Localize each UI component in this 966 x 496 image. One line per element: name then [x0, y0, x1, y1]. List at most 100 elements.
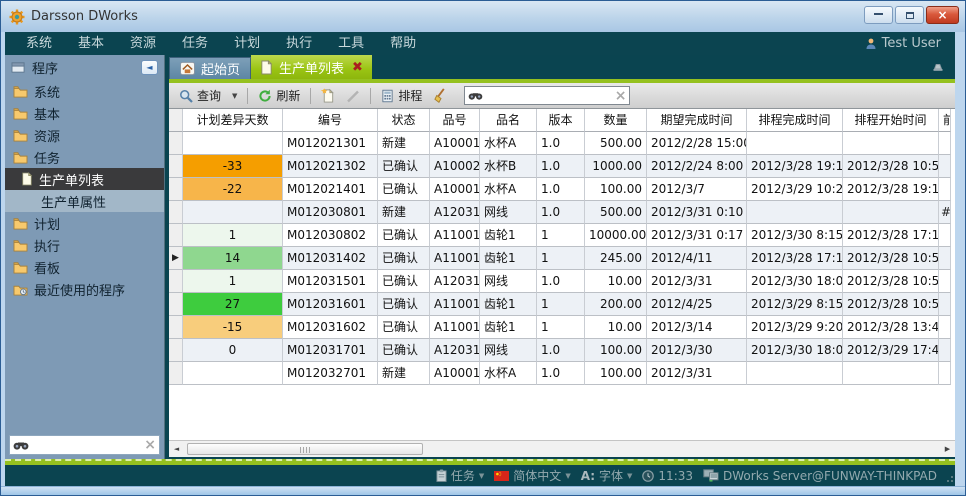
cell-ver[interactable]: 1	[537, 224, 585, 247]
menu-item-2[interactable]: 资源	[117, 32, 169, 55]
cell-end[interactable]	[747, 362, 843, 385]
edit-button[interactable]	[342, 87, 364, 105]
cell-pn[interactable]: A11001	[430, 316, 480, 339]
cell-no[interactable]: M012021301	[283, 132, 378, 155]
cell-start[interactable]: 2012/3/29 17:46	[843, 339, 939, 362]
cell-name[interactable]: 水杯A	[480, 132, 537, 155]
cell-name[interactable]: 网线	[480, 339, 537, 362]
cell-pn[interactable]: A11001	[430, 247, 480, 270]
cell-no[interactable]: M012021401	[283, 178, 378, 201]
user-area[interactable]: Test User	[865, 36, 947, 51]
tab-home[interactable]: 起始页	[169, 57, 251, 79]
cell-qty[interactable]: 100.00	[585, 178, 647, 201]
cell-qty[interactable]: 100.00	[585, 362, 647, 385]
menu-item-7[interactable]: 帮助	[377, 32, 429, 55]
cell-qty[interactable]: 10.00	[585, 316, 647, 339]
cell-qty[interactable]: 10000.00	[585, 224, 647, 247]
table-row-10[interactable]: M012032701新建A10001水杯A1.0100.002012/3/31	[169, 362, 955, 385]
cell-due[interactable]: 2012/3/30	[647, 339, 747, 362]
cell-diff[interactable]: 1	[183, 224, 283, 247]
status-language-button[interactable]: 简体中文 ▼	[494, 467, 570, 484]
cell-start[interactable]: 2012/3/28 10:52	[843, 270, 939, 293]
cell-start[interactable]: 2012/3/28 10:52	[843, 293, 939, 316]
column-header-2[interactable]: 状态	[378, 109, 430, 132]
cell-pn[interactable]: A10001	[430, 178, 480, 201]
sidebar-item-0[interactable]: 系统	[5, 80, 164, 102]
cell-extra[interactable]	[939, 155, 951, 178]
cell-start[interactable]	[843, 362, 939, 385]
tab-production-order-list[interactable]: 生产单列表 ✖	[251, 55, 372, 79]
cell-start[interactable]: 2012/3/28 10:52	[843, 155, 939, 178]
column-header-7[interactable]: 期望完成时间	[647, 109, 747, 132]
cell-start[interactable]: 2012/3/28 13:40	[843, 316, 939, 339]
cell-status[interactable]: 已确认	[378, 247, 430, 270]
column-header-4[interactable]: 品名	[480, 109, 537, 132]
table-row-0[interactable]: M012021301新建A10001水杯A1.0500.002012/2/28 …	[169, 132, 955, 155]
refresh-button[interactable]: 刷新	[254, 85, 304, 106]
cell-qty[interactable]: 500.00	[585, 132, 647, 155]
cell-end[interactable]: 2012/3/28 19:10	[747, 155, 843, 178]
cell-end[interactable]: 2012/3/28 17:13	[747, 247, 843, 270]
menu-item-1[interactable]: 基本	[65, 32, 117, 55]
cell-status[interactable]: 已确认	[378, 293, 430, 316]
scroll-left-icon[interactable]: ◄	[169, 441, 184, 457]
cell-end[interactable]: 2012/3/29 8:15	[747, 293, 843, 316]
cell-ver[interactable]: 1.0	[537, 270, 585, 293]
cell-no[interactable]: M012031601	[283, 293, 378, 316]
column-header-5[interactable]: 版本	[537, 109, 585, 132]
cell-ver[interactable]: 1.0	[537, 155, 585, 178]
query-button[interactable]: 查询	[175, 85, 225, 106]
cell-name[interactable]: 齿轮1	[480, 247, 537, 270]
cell-end[interactable]: 2012/3/30 18:00	[747, 270, 843, 293]
title-bar[interactable]: Darsson DWorks ×	[1, 1, 965, 32]
cell-ver[interactable]: 1.0	[537, 339, 585, 362]
cell-end[interactable]: 2012/3/30 18:00	[747, 339, 843, 362]
sidebar-item-7[interactable]: 执行	[5, 234, 164, 256]
column-header-1[interactable]: 编号	[283, 109, 378, 132]
resize-grip[interactable]	[945, 476, 953, 484]
column-header-10[interactable]: 前	[939, 109, 951, 132]
cell-ver[interactable]: 1	[537, 293, 585, 316]
cell-name[interactable]: 网线	[480, 201, 537, 224]
status-task-button[interactable]: 任务 ▼	[436, 467, 484, 484]
menu-item-3[interactable]: 任务	[169, 32, 221, 55]
cell-name[interactable]: 水杯B	[480, 155, 537, 178]
cell-diff[interactable]	[183, 132, 283, 155]
cell-extra[interactable]	[939, 362, 951, 385]
cell-diff[interactable]: -22	[183, 178, 283, 201]
cell-no[interactable]: M012021302	[283, 155, 378, 178]
cell-due[interactable]: 2012/3/14	[647, 316, 747, 339]
maximize-button[interactable]	[895, 6, 924, 24]
horizontal-scrollbar[interactable]: ◄ ▶	[169, 440, 955, 457]
cell-name[interactable]: 水杯A	[480, 178, 537, 201]
toolbar-search-clear-icon[interactable]: ×	[615, 89, 627, 103]
cell-start[interactable]	[843, 132, 939, 155]
cell-qty[interactable]: 200.00	[585, 293, 647, 316]
scroll-right-icon[interactable]: ▶	[940, 441, 955, 457]
cell-end[interactable]: 2012/3/30 8:15	[747, 224, 843, 247]
close-button[interactable]: ×	[926, 6, 959, 24]
cell-start[interactable]: 2012/3/28 17:13	[843, 224, 939, 247]
cell-no[interactable]: M012030802	[283, 224, 378, 247]
cell-due[interactable]: 2012/3/31 0:17	[647, 224, 747, 247]
sidebar-item-9[interactable]: 最近使用的程序	[5, 278, 164, 300]
cell-status[interactable]: 新建	[378, 132, 430, 155]
cell-due[interactable]: 2012/3/31	[647, 362, 747, 385]
cell-diff[interactable]: 0	[183, 339, 283, 362]
cell-pn[interactable]: A11001	[430, 293, 480, 316]
cell-no[interactable]: M012030801	[283, 201, 378, 224]
cell-pn[interactable]: A12031	[430, 201, 480, 224]
cell-ver[interactable]: 1.0	[537, 178, 585, 201]
cell-pn[interactable]: A10001	[430, 362, 480, 385]
cell-due[interactable]: 2012/4/25	[647, 293, 747, 316]
query-dropdown-button[interactable]: ▼	[228, 90, 241, 102]
schedule-button[interactable]: 排程	[377, 85, 426, 106]
cell-ver[interactable]: 1.0	[537, 132, 585, 155]
cell-pn[interactable]: A11001	[430, 224, 480, 247]
cell-due[interactable]: 2012/3/7	[647, 178, 747, 201]
sidebar-item-5[interactable]: 生产单属性	[5, 190, 164, 212]
sidebar-item-6[interactable]: 计划	[5, 212, 164, 234]
cell-extra[interactable]	[939, 132, 951, 155]
cell-status[interactable]: 已确认	[378, 339, 430, 362]
cell-extra[interactable]	[939, 339, 951, 362]
